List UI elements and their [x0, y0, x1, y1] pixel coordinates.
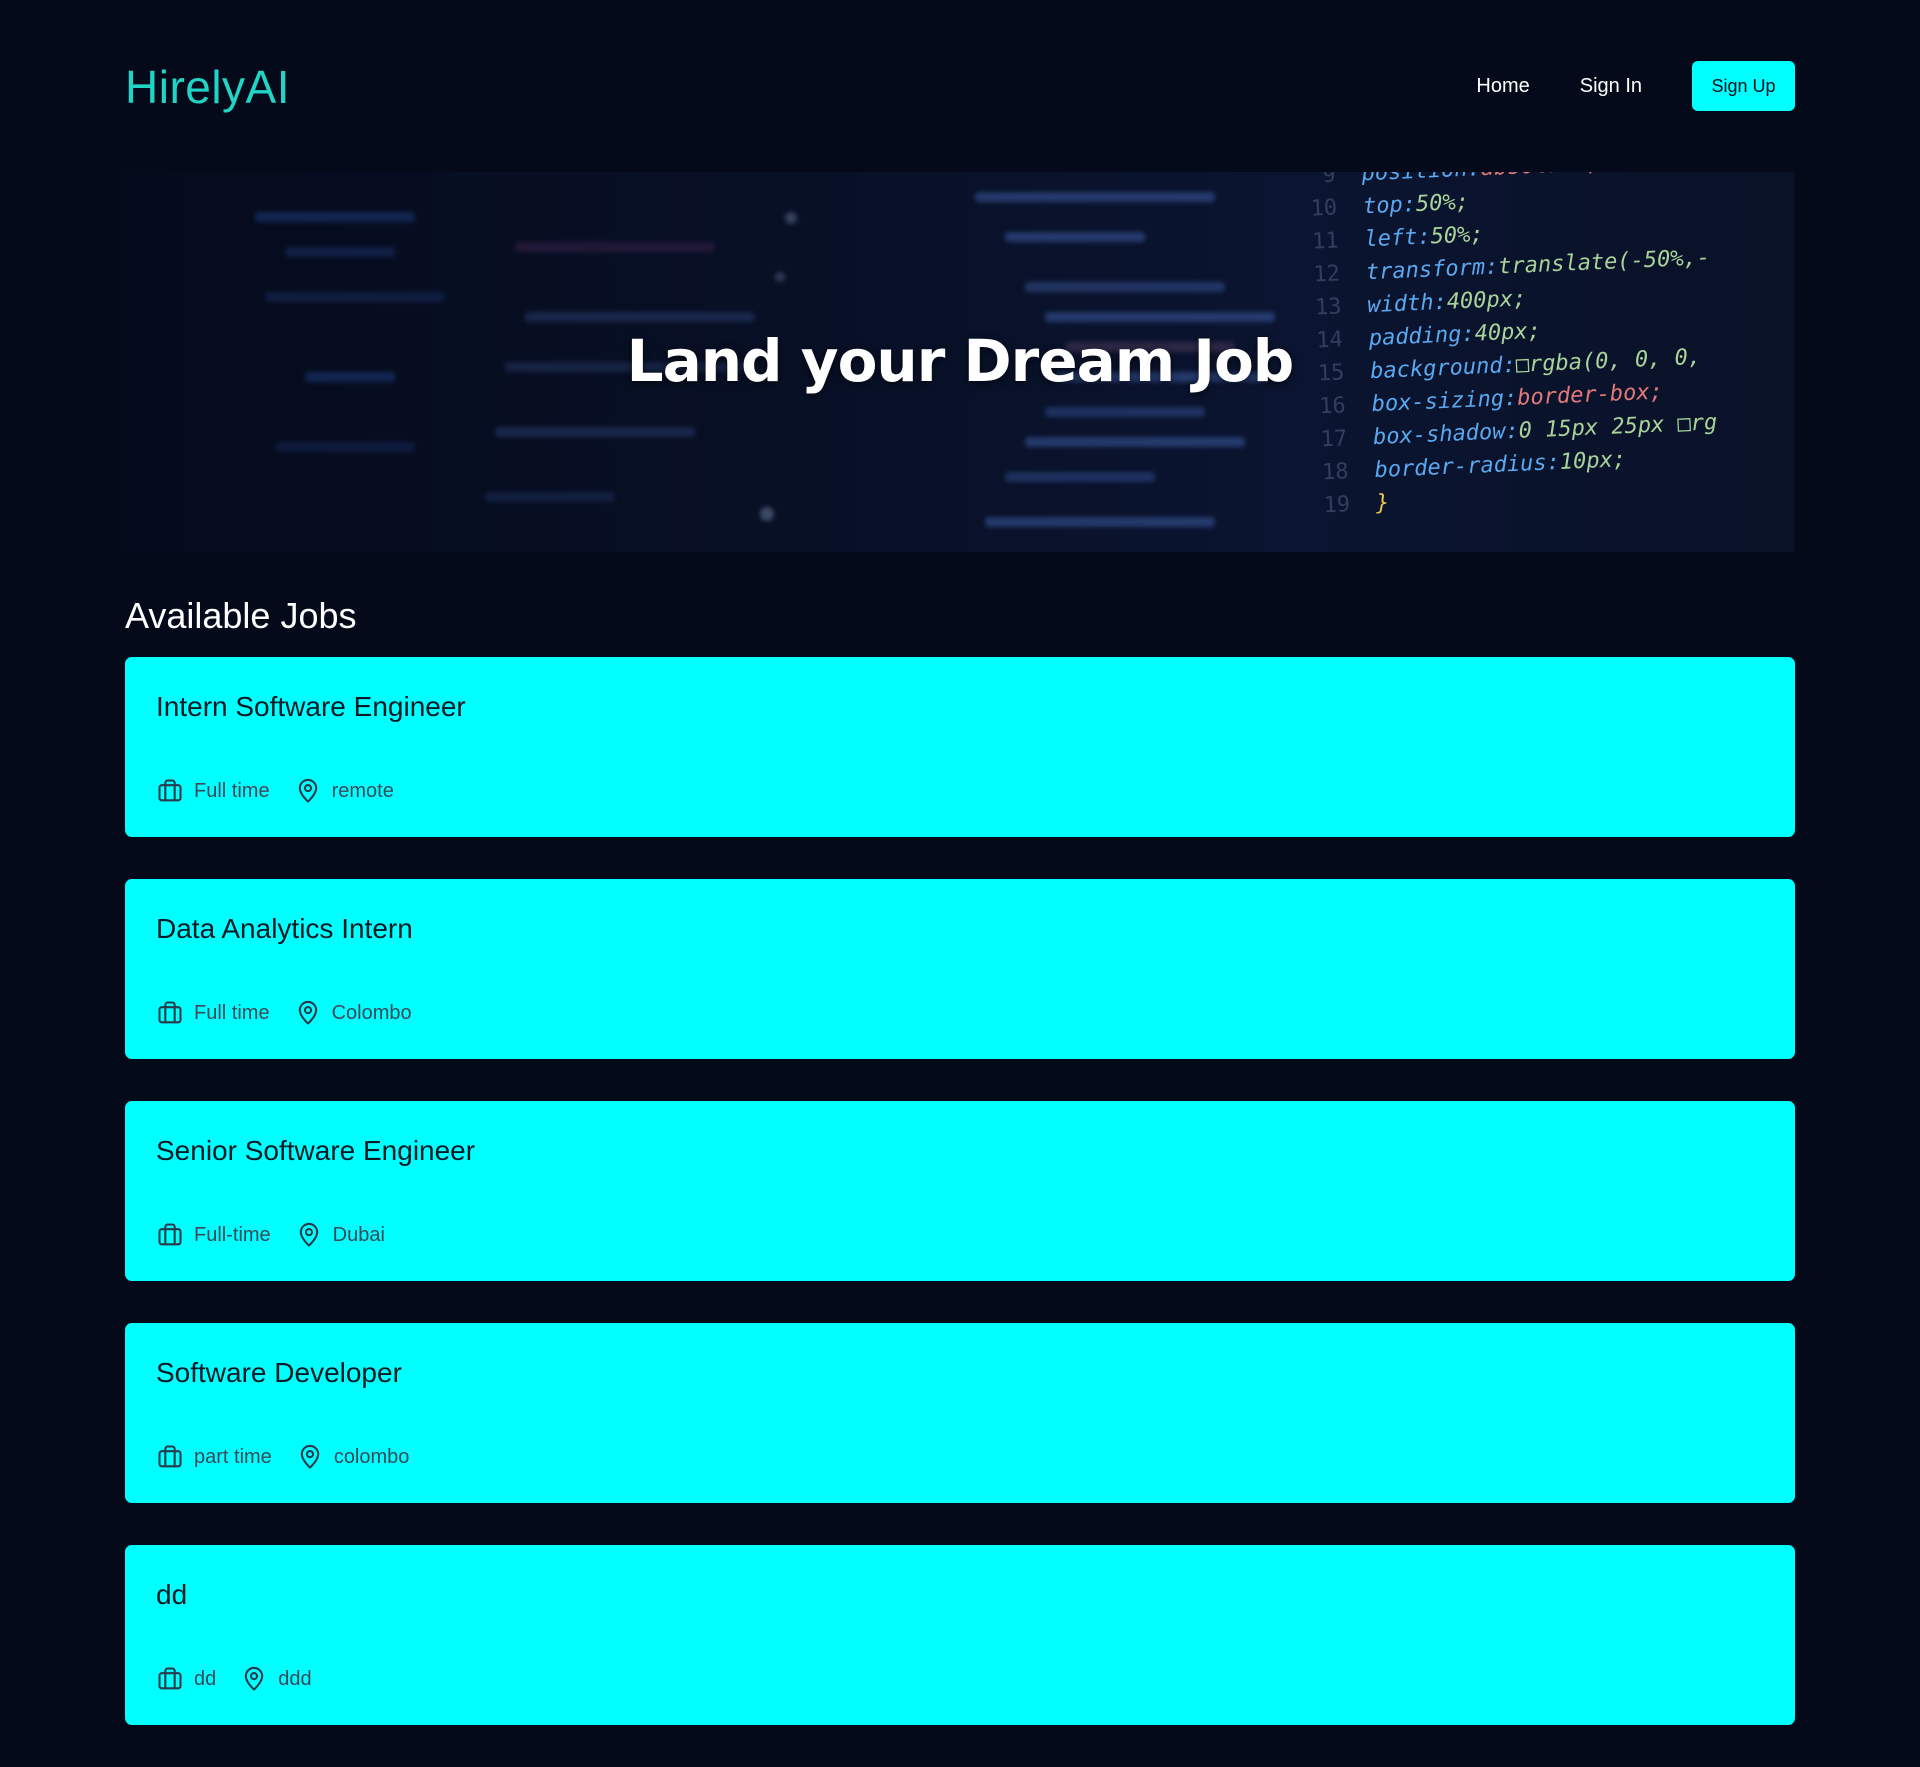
job-location-label: remote — [331, 779, 394, 802]
hero-title: Land your Dream Job — [626, 327, 1295, 395]
job-location: Colombo — [294, 999, 412, 1027]
job-location: colombo — [296, 1443, 410, 1471]
job-meta: part time colombo — [156, 1443, 433, 1471]
job-type-label: dd — [194, 1667, 217, 1690]
job-list: Intern Software Engineer Full time remot… — [125, 657, 1795, 1767]
job-title: Software Developer — [156, 1357, 402, 1388]
code-property: width: — [1366, 289, 1448, 319]
code-property: } — [1375, 490, 1390, 517]
job-location: Dubai — [295, 1221, 385, 1249]
code-line-number: 10 — [1310, 195, 1338, 222]
briefcase-icon — [156, 1665, 184, 1693]
briefcase-icon — [156, 1443, 184, 1471]
briefcase-icon — [156, 1221, 184, 1249]
job-type: part time — [156, 1443, 272, 1471]
job-card[interactable]: Senior Software Engineer Full-time Dubai — [125, 1101, 1795, 1281]
map-pin-icon — [240, 1665, 268, 1693]
job-type: Full time — [156, 999, 270, 1027]
job-card[interactable]: dd dd ddd — [125, 1545, 1795, 1725]
job-meta: dd ddd — [156, 1665, 336, 1693]
job-location-label: ddd — [278, 1667, 312, 1690]
job-location: remote — [294, 777, 394, 805]
job-title: dd — [156, 1579, 188, 1610]
nav-home-link[interactable]: Home — [1476, 61, 1529, 111]
job-card[interactable]: Data Analytics Intern Full time Colombo — [125, 879, 1795, 1059]
job-card[interactable]: Intern Software Engineer Full time remot… — [125, 657, 1795, 837]
site-header: HirelyAI Home Sign In Sign Up — [125, 0, 1795, 172]
job-location-label: Colombo — [331, 1001, 412, 1024]
code-line-number: 18 — [1321, 459, 1350, 486]
hero-banner: 9position: absolute;10top: 50%;11left: 5… — [125, 172, 1795, 552]
map-pin-icon — [294, 777, 322, 805]
code-line-number: 13 — [1314, 294, 1342, 321]
job-type-label: Full-time — [194, 1223, 271, 1246]
main-nav: Home Sign In Sign Up — [1476, 61, 1795, 111]
code-line-number: 17 — [1320, 426, 1348, 453]
briefcase-icon — [156, 999, 184, 1027]
job-type-label: Full time — [194, 1001, 270, 1024]
job-type-label: Full time — [194, 779, 270, 802]
sign-up-button[interactable]: Sign Up — [1692, 61, 1795, 111]
code-value: 10px; — [1559, 447, 1627, 475]
job-location-label: Dubai — [332, 1223, 385, 1246]
job-meta: Full time remote — [156, 777, 418, 805]
job-meta: Full-time Dubai — [156, 1221, 409, 1249]
job-title: Intern Software Engineer — [156, 691, 466, 722]
job-type-label: part time — [194, 1445, 272, 1468]
available-jobs-heading: Available Jobs — [125, 595, 357, 636]
job-location-label: colombo — [333, 1445, 410, 1468]
nav-sign-in-link[interactable]: Sign In — [1580, 61, 1642, 111]
code-property: left: — [1363, 224, 1432, 253]
map-pin-icon — [296, 1443, 324, 1471]
briefcase-icon — [156, 777, 184, 805]
job-title: Senior Software Engineer — [156, 1135, 476, 1166]
job-meta: Full time Colombo — [156, 999, 436, 1027]
code-value: 400px; — [1446, 286, 1527, 315]
code-line-number: 11 — [1311, 228, 1340, 255]
job-title: Data Analytics Intern — [156, 913, 413, 944]
code-line-number: 12 — [1312, 261, 1341, 288]
brand-logo[interactable]: HirelyAI — [125, 59, 290, 115]
code-property: top: — [1362, 192, 1417, 220]
map-pin-icon — [294, 999, 322, 1027]
job-type: Full-time — [156, 1221, 271, 1249]
code-line-number: 19 — [1323, 492, 1351, 519]
job-location: ddd — [240, 1665, 312, 1693]
job-type: dd — [156, 1665, 216, 1693]
job-card[interactable]: Software Developer part time colombo — [125, 1323, 1795, 1503]
job-type: Full time — [156, 777, 270, 805]
code-value: 50%; — [1430, 222, 1485, 250]
map-pin-icon — [295, 1221, 323, 1249]
code-value: 50%; — [1415, 189, 1470, 218]
